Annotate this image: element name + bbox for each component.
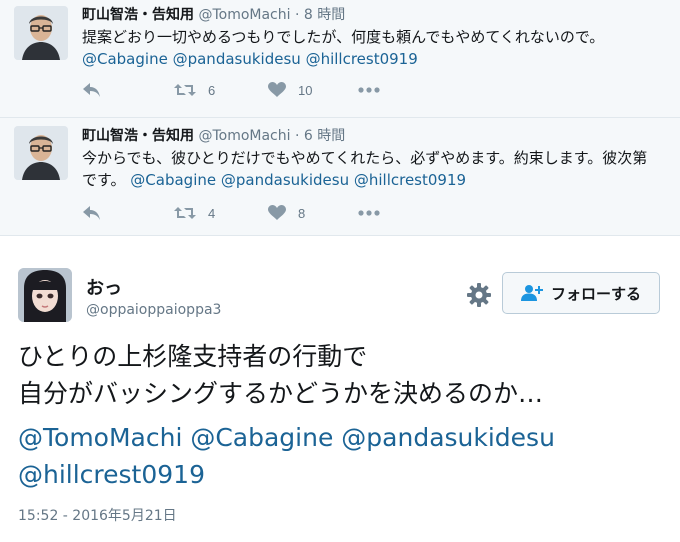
user-actions-button[interactable] — [466, 282, 492, 308]
main-text-line: ひとりの上杉隆支持者の行動で — [18, 342, 368, 371]
mention-link[interactable]: @Cabagine — [82, 50, 168, 68]
tweet-body: 提案どおり一切やめるつもりでしたが、何度も頼んでもやめてくれないので。 — [82, 28, 605, 46]
main-author-name[interactable]: おっ — [86, 274, 122, 300]
retweet-count: 6 — [208, 82, 216, 98]
author-name[interactable]: 町山智浩・告知用 — [82, 128, 194, 144]
mention-link[interactable]: @hillcrest0919 — [18, 456, 658, 493]
author-handle[interactable]: @TomoMachi — [198, 7, 290, 23]
separator: · — [294, 7, 300, 23]
retweet-button[interactable]: 6 — [174, 79, 215, 101]
tweet-actions: 6 10 — [82, 79, 402, 101]
more-dots-icon — [358, 210, 380, 216]
mention-link[interactable]: @hillcrest0919 — [354, 171, 466, 189]
like-count: 8 — [298, 205, 306, 221]
more-button[interactable] — [358, 79, 380, 101]
author-handle[interactable]: @TomoMachi — [198, 128, 290, 144]
reply-button[interactable] — [82, 79, 102, 101]
author-name[interactable]: 町山智浩・告知用 — [82, 7, 194, 23]
heart-icon — [268, 205, 286, 220]
reply-icon — [83, 206, 100, 220]
more-dots-icon — [358, 87, 380, 93]
follow-label: フォローする — [550, 284, 641, 303]
reply-icon — [83, 83, 100, 97]
main-tweet-text: ひとりの上杉隆支持者の行動で 自分がバッシングするかどうかを決めるのか… — [18, 338, 668, 412]
mention-link[interactable]: @Cabagine — [130, 171, 216, 189]
reply-tweet-2[interactable]: 町山智浩・告知用 @TomoMachi · 6 時間 今からでも、彼ひとりだけで… — [0, 118, 680, 236]
main-author-handle[interactable]: @oppaioppaioppa3 — [86, 302, 221, 318]
retweet-count: 4 — [208, 205, 216, 221]
reply-tweet-1[interactable]: 町山智浩・告知用 @TomoMachi · 8 時間 提案どおり一切やめるつもり… — [0, 0, 680, 118]
separator: · — [294, 128, 300, 144]
like-button[interactable]: 8 — [268, 202, 305, 224]
follow-button[interactable]: フォローする — [502, 272, 660, 314]
retweet-icon — [174, 84, 196, 96]
main-text-line: 自分がバッシングするかどうかを決めるのか… — [18, 379, 544, 408]
reply-button[interactable] — [82, 202, 102, 224]
person-glasses-avatar[interactable] — [14, 6, 68, 60]
retweet-button[interactable]: 4 — [174, 202, 215, 224]
heart-icon — [268, 82, 286, 97]
tweet-actions: 4 8 — [82, 202, 402, 224]
mention-link[interactable]: @pandasukidesu — [221, 171, 349, 189]
mention-link[interactable]: @TomoMachi @Cabagine @pandasukidesu — [18, 419, 658, 456]
tweet-text: 提案どおり一切やめるつもりでしたが、何度も頼んでもやめてくれないので。 @Cab… — [82, 26, 662, 70]
like-button[interactable]: 10 — [268, 79, 312, 101]
more-button[interactable] — [358, 202, 380, 224]
mention-link[interactable]: @hillcrest0919 — [306, 50, 418, 68]
anime-girl-avatar[interactable] — [18, 268, 72, 322]
tweet-timestamp[interactable]: 15:52 - 2016年5月21日 — [18, 505, 177, 525]
like-count: 10 — [298, 82, 313, 98]
tweet-text: 今からでも、彼ひとりだけでもやめてくれたら、必ずやめます。約束します。彼次第です… — [82, 147, 662, 191]
retweet-icon — [174, 207, 196, 219]
add-user-icon — [520, 285, 543, 301]
main-tweet-mentions: @TomoMachi @Cabagine @pandasukidesu @hil… — [18, 419, 658, 493]
main-tweet: おっ @oppaioppaioppa3 フォローする ひとりの上杉隆支持者の行動… — [0, 236, 680, 542]
tweet-time[interactable]: 8 時間 — [304, 7, 345, 23]
tweet-time[interactable]: 6 時間 — [304, 128, 345, 144]
mention-link[interactable]: @pandasukidesu — [173, 50, 301, 68]
person-glasses-avatar[interactable] — [14, 126, 68, 180]
gear-icon — [467, 283, 491, 307]
